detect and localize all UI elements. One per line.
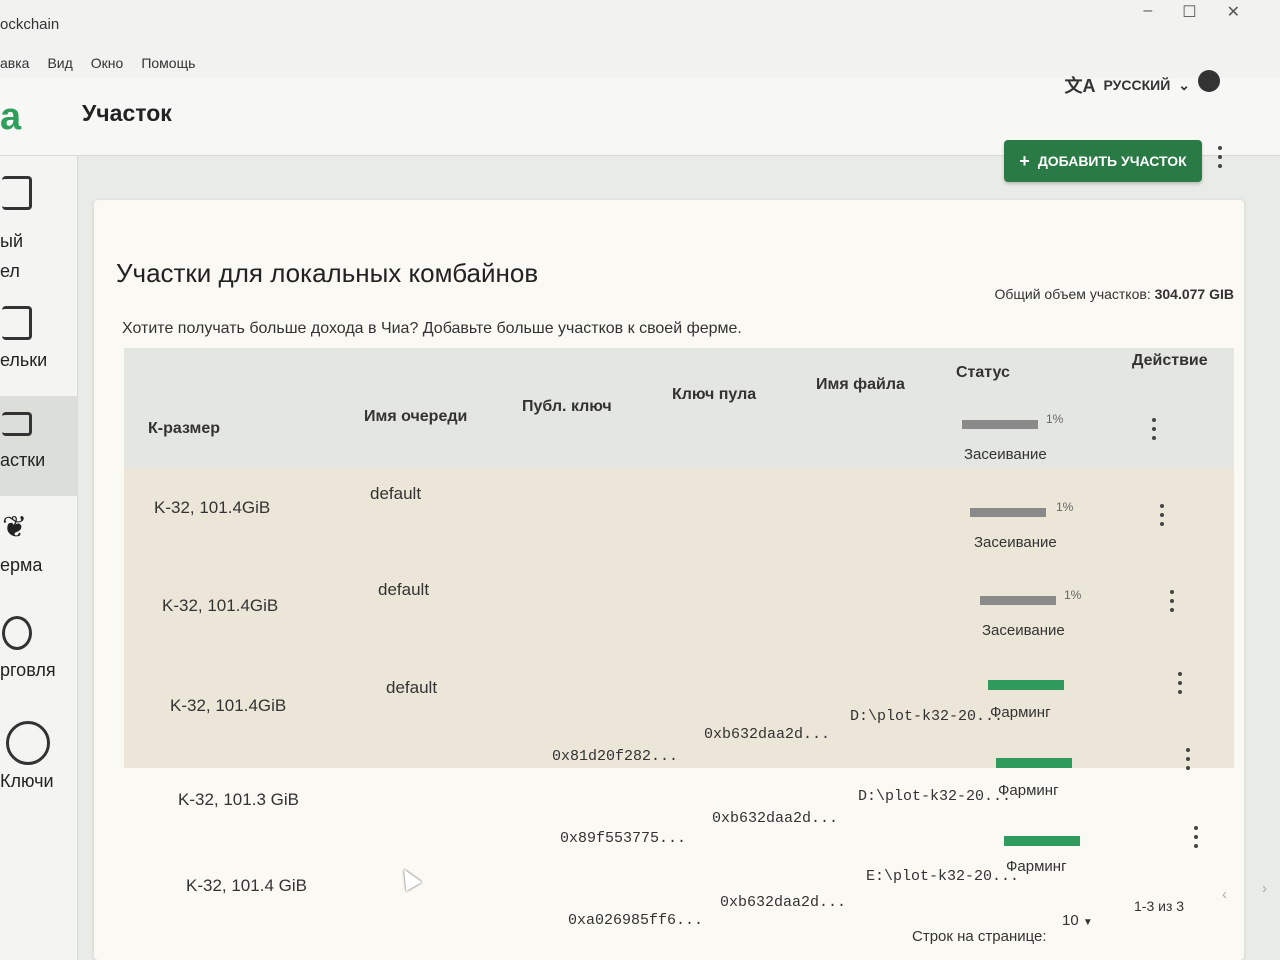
sidebar-item-label: ельки xyxy=(0,350,48,370)
row-actions-icon[interactable] xyxy=(1150,418,1158,440)
chevron-down-icon: ⌄ xyxy=(1178,76,1190,93)
queue-name: default xyxy=(378,580,430,599)
chevron-right-icon[interactable]: › xyxy=(1262,880,1267,897)
card-subtitle: Хотите получать больше дохода в Чиа? Доб… xyxy=(122,320,742,337)
progress-bar xyxy=(962,420,1038,429)
sidebar-item-plots[interactable]: астки xyxy=(0,396,78,496)
plot-size: K-32, 101.4 GiB xyxy=(186,876,307,895)
sidebar-item-label: ый ел xyxy=(0,231,23,281)
progress-bar xyxy=(970,508,1046,517)
progress-label: 1% xyxy=(1056,500,1074,514)
status-label: Засеивание xyxy=(974,534,1057,551)
total-plot-size: Общий объем участков: 304.077 GIB xyxy=(994,286,1234,302)
window-title: ockchain xyxy=(0,15,60,33)
row-actions-icon[interactable] xyxy=(1184,748,1192,770)
add-plot-button[interactable]: + ДОБАВИТЬ УЧАСТОК xyxy=(1004,140,1202,182)
table-header: К-размер Имя очереди Публ. ключ Ключ пул… xyxy=(124,348,1234,468)
sidebar-item-label: астки xyxy=(0,450,46,470)
wallets-icon xyxy=(2,306,32,340)
row-actions-icon[interactable] xyxy=(1168,590,1176,612)
rows-per-page-select[interactable]: 10 ▼ xyxy=(1062,912,1093,929)
public-key: 0xa026985ff6... xyxy=(568,912,704,929)
app-logo: a xyxy=(0,96,22,138)
public-key: 0x81d20f282... xyxy=(552,748,679,765)
pagination-range: 1-3 из 3 xyxy=(1134,898,1185,914)
window-controls: – ☐ ✕ xyxy=(1143,2,1240,22)
plot-size: K-32, 101.4GiB xyxy=(170,696,287,715)
column-header-status[interactable]: Статус xyxy=(956,364,1010,382)
translate-icon: 文A xyxy=(1064,76,1096,96)
sidebar-item-farm[interactable]: ❦ ерма xyxy=(0,501,78,601)
card-title: Участки для локальных комбайнов xyxy=(116,258,539,288)
trade-icon xyxy=(2,616,32,650)
maximize-button[interactable]: ☐ xyxy=(1182,2,1196,22)
sidebar: ый ел ельки астки ❦ ерма рговля Ключи xyxy=(0,156,78,960)
sidebar-item-label: Ключи xyxy=(0,771,54,791)
rows-per-page-value: 10 xyxy=(1062,912,1079,929)
plot-size: K-32, 101.4GiB xyxy=(162,596,279,615)
plot-size: K-32, 101.3 GiB xyxy=(178,790,299,809)
add-plot-label: ДОБАВИТЬ УЧАСТОК xyxy=(1037,153,1187,169)
chevron-left-icon[interactable]: ‹ xyxy=(1222,886,1227,903)
keys-icon xyxy=(6,721,50,765)
minimize-button[interactable]: – xyxy=(1143,2,1152,22)
row-actions-icon[interactable] xyxy=(1192,826,1200,848)
row-actions-icon[interactable] xyxy=(1158,504,1166,526)
sidebar-item-label: ерма xyxy=(0,555,43,575)
public-key: 0x89f553775... xyxy=(560,830,687,847)
column-header-pool-key[interactable]: Ключ пула xyxy=(672,386,756,404)
menu-view[interactable]: Вид xyxy=(47,55,72,71)
progress-bar xyxy=(1004,836,1080,846)
menu-help[interactable]: Помощь xyxy=(141,55,195,71)
progress-bar xyxy=(988,680,1064,690)
window-titlebar: ockchain – ☐ ✕ xyxy=(0,0,1280,48)
total-label: Общий объем участков: xyxy=(994,286,1151,302)
menu-window[interactable]: Окно xyxy=(91,55,124,71)
column-header-queue[interactable]: Имя очереди xyxy=(364,408,467,426)
wallet-icon xyxy=(2,176,32,210)
progress-label: 1% xyxy=(1046,412,1064,426)
file-name: D:\plot-k32-20... xyxy=(858,788,1012,805)
close-button[interactable]: ✕ xyxy=(1227,2,1240,22)
progress-bar xyxy=(996,758,1072,768)
sidebar-item-keys[interactable]: Ключи xyxy=(0,711,78,811)
more-options-icon[interactable] xyxy=(1216,146,1224,168)
status-label: Фарминг xyxy=(1006,858,1067,875)
row-actions-icon[interactable] xyxy=(1176,672,1184,694)
column-header-action: Действие xyxy=(1132,352,1208,369)
column-header-size[interactable]: К-размер xyxy=(148,420,220,438)
brightness-icon[interactable] xyxy=(1198,70,1220,92)
pool-key: 0xb632daa2d... xyxy=(720,894,847,911)
page-title: Участок xyxy=(82,100,172,126)
language-label: РУССКИЙ xyxy=(1103,77,1171,93)
progress-label: 1% xyxy=(1064,588,1082,602)
language-selector[interactable]: 文A РУССКИЙ ⌄ xyxy=(1065,72,1191,98)
plots-icon xyxy=(2,412,32,436)
queue-name: default xyxy=(370,484,422,503)
sidebar-item-trade[interactable]: рговля xyxy=(0,606,78,706)
pool-key: 0xb632daa2d... xyxy=(712,810,839,827)
caret-down-icon: ▼ xyxy=(1082,917,1093,928)
rows-per-page-label: Строк на странице: xyxy=(912,928,1047,945)
queue-name: default xyxy=(386,678,438,697)
progress-bar xyxy=(980,596,1056,605)
column-header-filename[interactable]: Имя файла xyxy=(816,376,905,394)
total-value: 304.077 GIB xyxy=(1154,286,1234,302)
column-header-public-key[interactable]: Публ. ключ xyxy=(522,398,612,416)
status-label: Фарминг xyxy=(998,782,1059,799)
sidebar-item-label: рговля xyxy=(0,660,56,680)
pool-key: 0xb632daa2d... xyxy=(704,726,831,743)
plus-icon: + xyxy=(1019,150,1030,171)
plot-size: K-32, 101.4GiB xyxy=(154,498,271,517)
status-label: Засеивание xyxy=(982,622,1065,639)
sidebar-item-wallets[interactable]: ельки xyxy=(0,296,78,396)
status-label: Фарминг xyxy=(990,704,1051,721)
file-name: E:\plot-k32-20... xyxy=(866,868,1020,885)
farm-icon: ❦ xyxy=(2,511,28,544)
sidebar-item-wallet[interactable]: ый ел xyxy=(0,166,78,281)
menu-edit[interactable]: авка xyxy=(0,55,29,71)
status-label: Засеивание xyxy=(964,446,1047,463)
file-name: D:\plot-k32-20... xyxy=(850,708,1004,725)
